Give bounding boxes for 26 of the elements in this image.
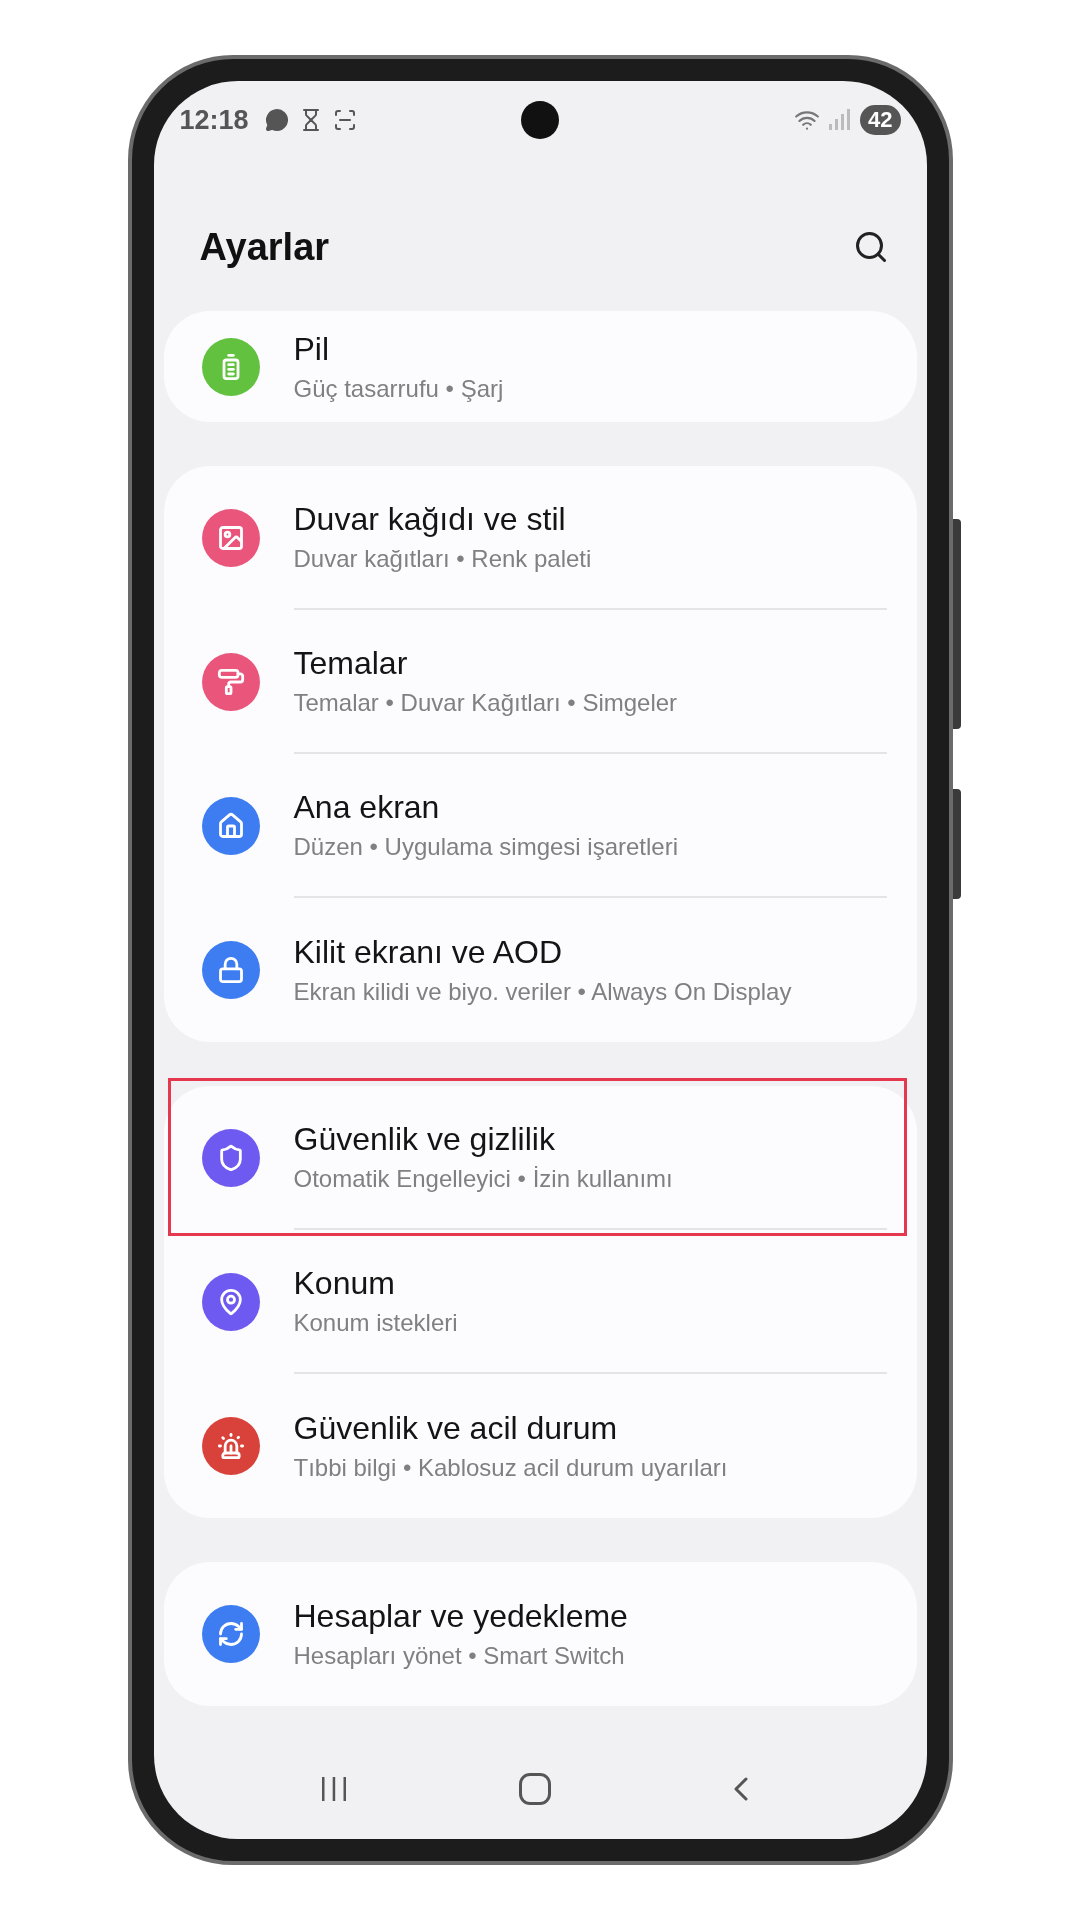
setting-subtitle: Düzen • Uygulama simgesi işaretleri xyxy=(293,832,680,862)
setting-subtitle: Tıbbi bilgi • Kablosuz acil durum uyarıları xyxy=(293,1453,729,1483)
screenshot-icon xyxy=(332,108,357,132)
setting-subtitle: Duvar kağıtları • Renk paleti xyxy=(293,544,593,574)
setting-subtitle: Konum istekleri xyxy=(293,1308,459,1338)
setting-title[interactable]: Ana ekran xyxy=(293,786,887,828)
setting-title[interactable]: Kilit ekranı ve AOD xyxy=(293,931,887,973)
setting-title[interactable]: Pil xyxy=(293,327,887,370)
setting-subtitle: Hesapları yönet • Smart Switch xyxy=(293,1641,626,1671)
setting-title[interactable]: Duvar kağıdı ve stil xyxy=(293,498,887,540)
setting-title[interactable]: Güvenlik ve gizlilik xyxy=(293,1118,887,1160)
status-time: 12:18 xyxy=(179,103,249,137)
setting-title[interactable]: Konum xyxy=(293,1262,887,1304)
setting-title[interactable]: Hesaplar ve yedekleme xyxy=(293,1595,887,1637)
setting-title[interactable]: Güvenlik ve acil durum xyxy=(293,1407,887,1449)
page-title: Ayarlar xyxy=(199,224,330,270)
setting-subtitle: Ekran kilidi ve biyo. veriler • Always On Display xyxy=(293,977,793,1007)
battery-indicator: 42 xyxy=(860,105,901,135)
camera-hole xyxy=(521,101,559,139)
home-button[interactable] xyxy=(519,1773,551,1805)
setting-title[interactable]: Temalar xyxy=(293,642,887,684)
message-icon xyxy=(264,108,289,132)
signal-icon xyxy=(828,109,850,131)
setting-subtitle: Temalar • Duvar Kağıtları • Simgeler xyxy=(293,688,679,718)
setting-subtitle: Otomatik Engelleyici • İzin kullanımı xyxy=(293,1164,674,1194)
setting-subtitle: Güç tasarrufu • Şarj xyxy=(293,373,505,404)
